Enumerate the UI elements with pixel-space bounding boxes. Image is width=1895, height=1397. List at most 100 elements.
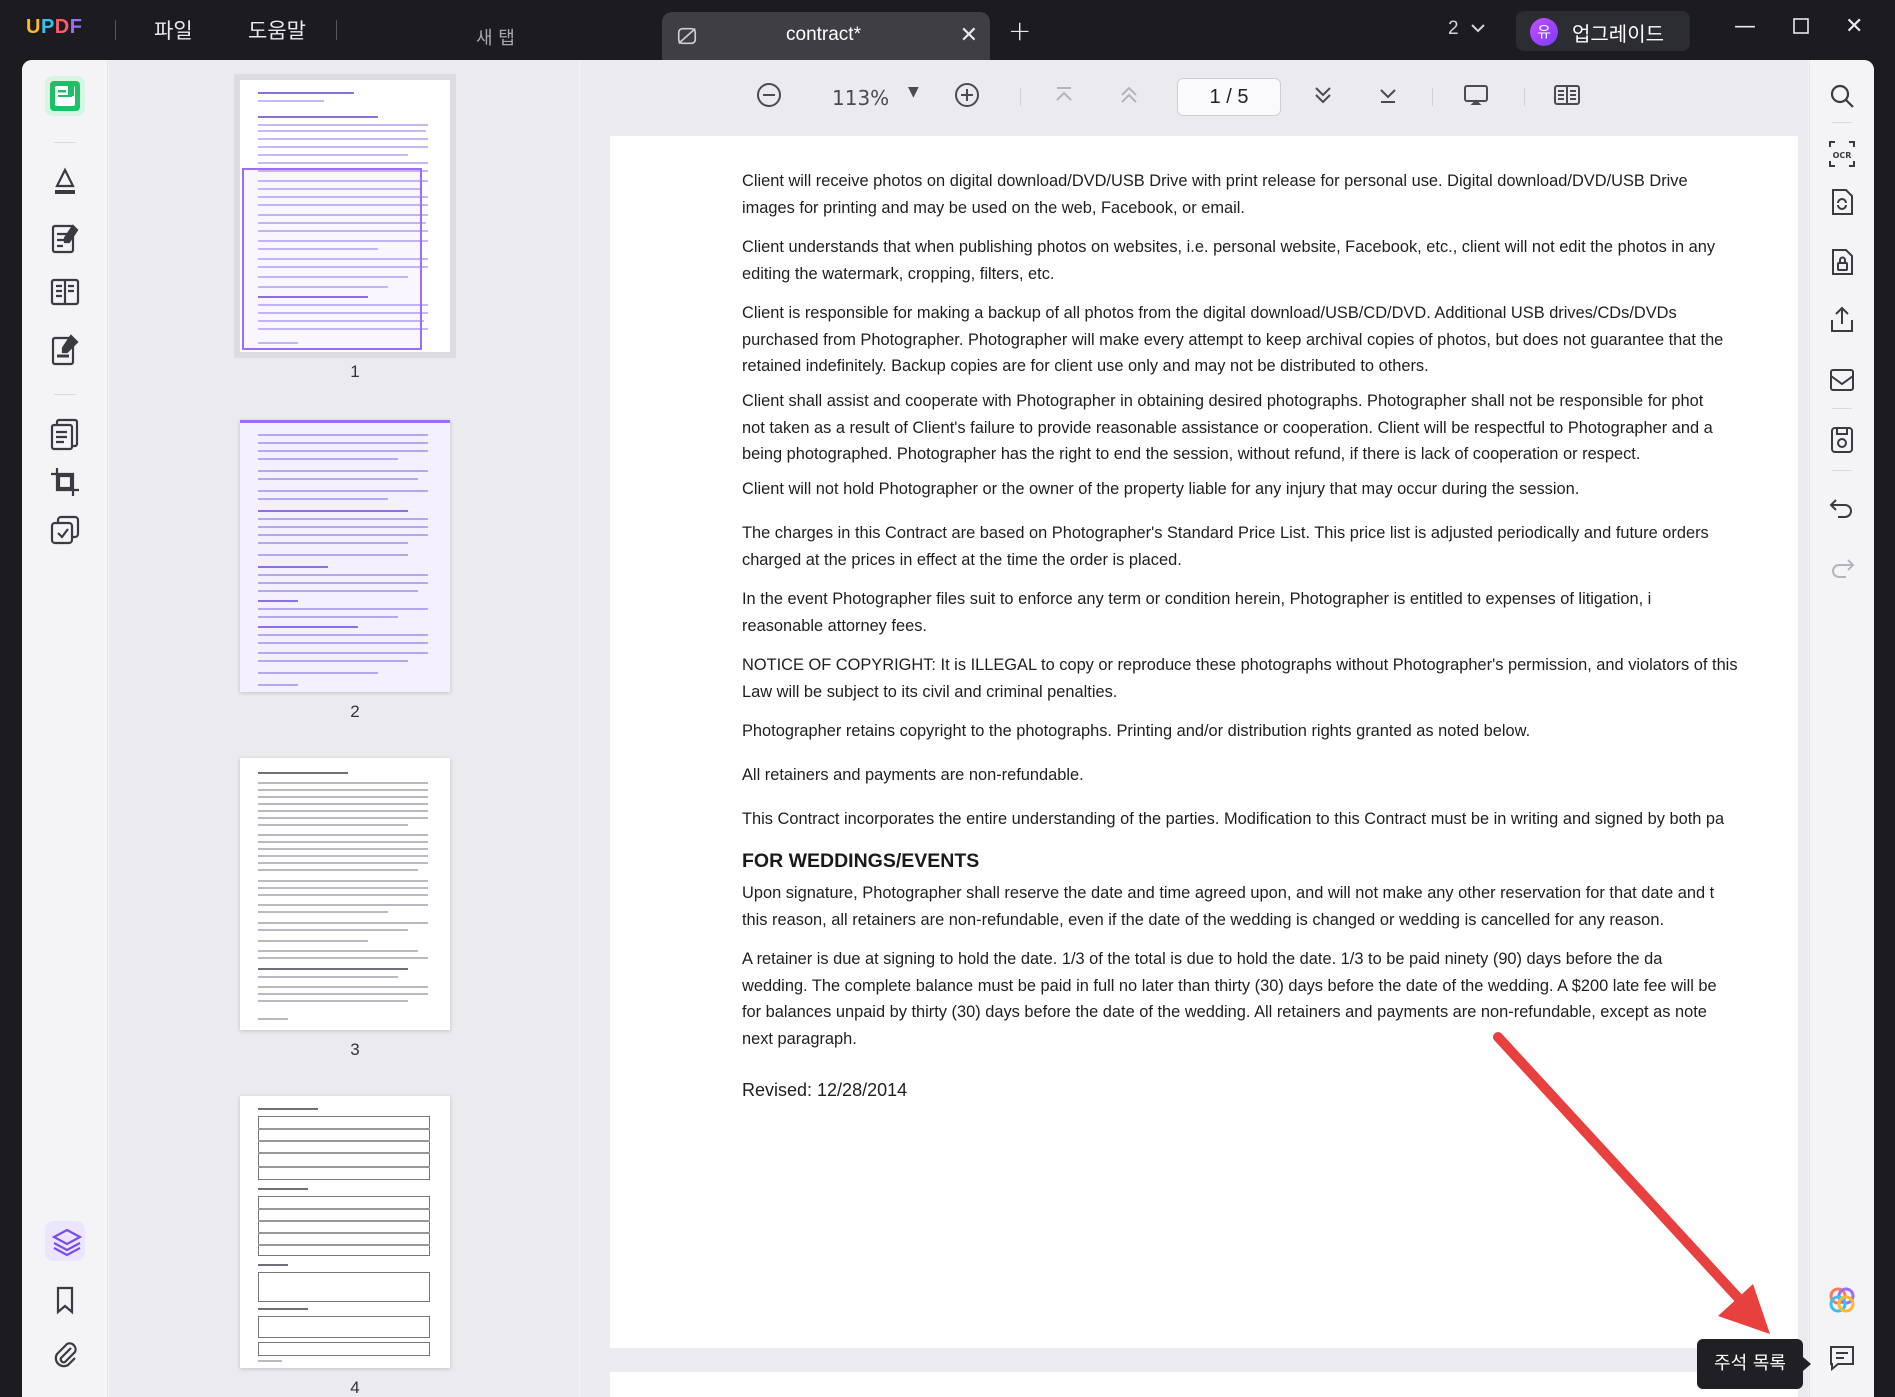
- divider: [115, 20, 116, 40]
- fill-sign-icon[interactable]: [47, 332, 83, 368]
- tab-count: 2: [1448, 18, 1459, 39]
- paragraph: In the event Photographer files suit to …: [742, 590, 1652, 635]
- undo-icon[interactable]: [1826, 492, 1858, 524]
- revised-date: Revised: 12/28/2014: [742, 1080, 908, 1100]
- page-thumbnail-2[interactable]: [240, 420, 450, 692]
- crop-icon[interactable]: [47, 464, 83, 500]
- search-icon[interactable]: [1826, 80, 1858, 112]
- email-icon[interactable]: [1826, 364, 1858, 396]
- convert-icon[interactable]: [1826, 186, 1858, 218]
- paragraph: This Contract incorporates the entire un…: [742, 810, 1725, 828]
- save-icon[interactable]: [1826, 424, 1858, 456]
- main-window: 1 2 3 4 113% ▼ 1 / 5 Client will receive…: [22, 60, 1874, 1397]
- page-layout-icon[interactable]: [47, 274, 83, 310]
- document-area: 113% ▼ 1 / 5 Client will receive photos …: [580, 60, 1808, 1397]
- form-table: [258, 1116, 430, 1180]
- bookmark-icon[interactable]: [47, 1282, 83, 1318]
- divider: [336, 20, 337, 40]
- next-page-icon[interactable]: [1308, 80, 1338, 114]
- form-table: [258, 1272, 430, 1302]
- page-thumbnail-4[interactable]: [240, 1096, 450, 1368]
- tab-contract[interactable]: contract* ✕: [662, 12, 990, 60]
- paragraph: Photographer retains copyright to the ph…: [742, 722, 1531, 740]
- paragraph: Client is responsible for making a backu…: [742, 304, 1724, 376]
- zoom-in-icon[interactable]: [952, 80, 982, 114]
- zoom-dropdown-icon[interactable]: ▼: [908, 84, 919, 118]
- paragraph: Client will receive photos on digital do…: [742, 172, 1688, 217]
- form-table: [258, 1196, 430, 1256]
- page-thumbnail-3[interactable]: [240, 758, 450, 1030]
- comment-list-icon[interactable]: [1826, 1342, 1858, 1374]
- tab-count-dropdown[interactable]: 2: [1448, 18, 1486, 40]
- thumbnail-panel: 1 2 3 4: [109, 60, 579, 1397]
- paragraph: NOTICE OF COPYRIGHT: It is ILLEGAL to co…: [742, 656, 1738, 701]
- no-edit-icon: [677, 27, 697, 45]
- thumbnail-label: 4: [350, 1378, 360, 1397]
- slideshow-icon[interactable]: [1461, 80, 1491, 114]
- divider: [54, 394, 76, 395]
- thumbnail-label: 3: [350, 1040, 360, 1059]
- ai-assistant-icon[interactable]: [1826, 1284, 1858, 1316]
- comment-list-tooltip: 주석 목록: [1697, 1339, 1811, 1389]
- divider: [1020, 88, 1021, 106]
- redo-icon[interactable]: [1826, 552, 1858, 584]
- close-tab-icon[interactable]: ✕: [960, 23, 978, 48]
- edit-text-icon[interactable]: [47, 220, 83, 256]
- divider: [1832, 122, 1852, 123]
- share-icon[interactable]: [1826, 304, 1858, 336]
- title-bar: UPDF 파일 도움말 새 탭 contract* ✕ + 2 유 업그레이드 …: [0, 0, 1895, 60]
- first-page-icon[interactable]: [1049, 80, 1079, 114]
- upgrade-label: 업그레이드: [1572, 22, 1664, 46]
- right-tool-rail: OCR: [1809, 60, 1874, 1397]
- ocr-icon[interactable]: OCR: [1826, 138, 1858, 170]
- section-heading: FOR WEDDINGS/EVENTS: [742, 850, 980, 872]
- tab-title: contract*: [786, 24, 861, 45]
- svg-text:OCR: OCR: [1833, 151, 1852, 160]
- organize-pages-icon[interactable]: [47, 416, 83, 452]
- layers-icon[interactable]: [49, 1224, 85, 1260]
- previous-page-icon[interactable]: [1114, 80, 1144, 114]
- paragraph: Upon signature, Photographer shall reser…: [742, 884, 1715, 929]
- last-page-icon[interactable]: [1373, 80, 1403, 114]
- paragraph: A retainer is due at signing to hold the…: [742, 950, 1717, 1048]
- zoom-level[interactable]: 113%: [832, 86, 889, 120]
- page-display-icon[interactable]: [1552, 80, 1582, 114]
- highlighter-icon[interactable]: [47, 162, 83, 198]
- next-page-edge: [610, 1372, 1798, 1397]
- divider: [1832, 408, 1852, 409]
- maximize-icon[interactable]: [1792, 16, 1810, 41]
- paragraph: All retainers and payments are non-refun…: [742, 766, 1084, 784]
- view-toolbar: 113% ▼ 1 / 5: [580, 60, 1808, 134]
- divider: [1832, 470, 1852, 471]
- new-tab[interactable]: 새 탭: [476, 24, 515, 50]
- paragraph: Client understands that when publishing …: [742, 238, 1716, 283]
- reader-icon[interactable]: [47, 78, 83, 114]
- thumbnail-label: 1: [350, 362, 360, 381]
- thumbnail-label: 2: [350, 702, 360, 721]
- divider: [1524, 88, 1525, 106]
- paragraph: Client will not hold Photographer or the…: [742, 480, 1580, 498]
- batch-icon[interactable]: [47, 512, 83, 548]
- chevron-down-icon: [1471, 24, 1485, 33]
- paragraph: Client shall assist and cooperate with P…: [742, 392, 1713, 464]
- viewport-indicator[interactable]: [242, 168, 422, 350]
- menu-file[interactable]: 파일: [154, 15, 193, 45]
- divider: [1432, 88, 1433, 106]
- menu-help[interactable]: 도움말: [248, 15, 306, 45]
- divider: [54, 142, 76, 143]
- left-tool-rail: [22, 60, 108, 1397]
- protect-icon[interactable]: [1826, 246, 1858, 278]
- close-window-icon[interactable]: ✕: [1845, 14, 1863, 39]
- page-thumbnail-1[interactable]: [234, 74, 456, 358]
- page-number-input[interactable]: 1 / 5: [1177, 78, 1281, 116]
- updf-logo: UPDF: [26, 16, 83, 38]
- upgrade-button[interactable]: 유 업그레이드: [1516, 11, 1690, 51]
- form-table: [258, 1316, 430, 1338]
- add-tab-icon[interactable]: +: [1008, 14, 1031, 47]
- pdf-page: Client will receive photos on digital do…: [610, 136, 1798, 1348]
- minimize-icon[interactable]: —: [1734, 14, 1756, 39]
- paragraph: The charges in this Contract are based o…: [742, 524, 1709, 569]
- zoom-out-icon[interactable]: [754, 80, 784, 114]
- attachment-icon[interactable]: [47, 1336, 83, 1372]
- avatar: 유: [1530, 18, 1558, 46]
